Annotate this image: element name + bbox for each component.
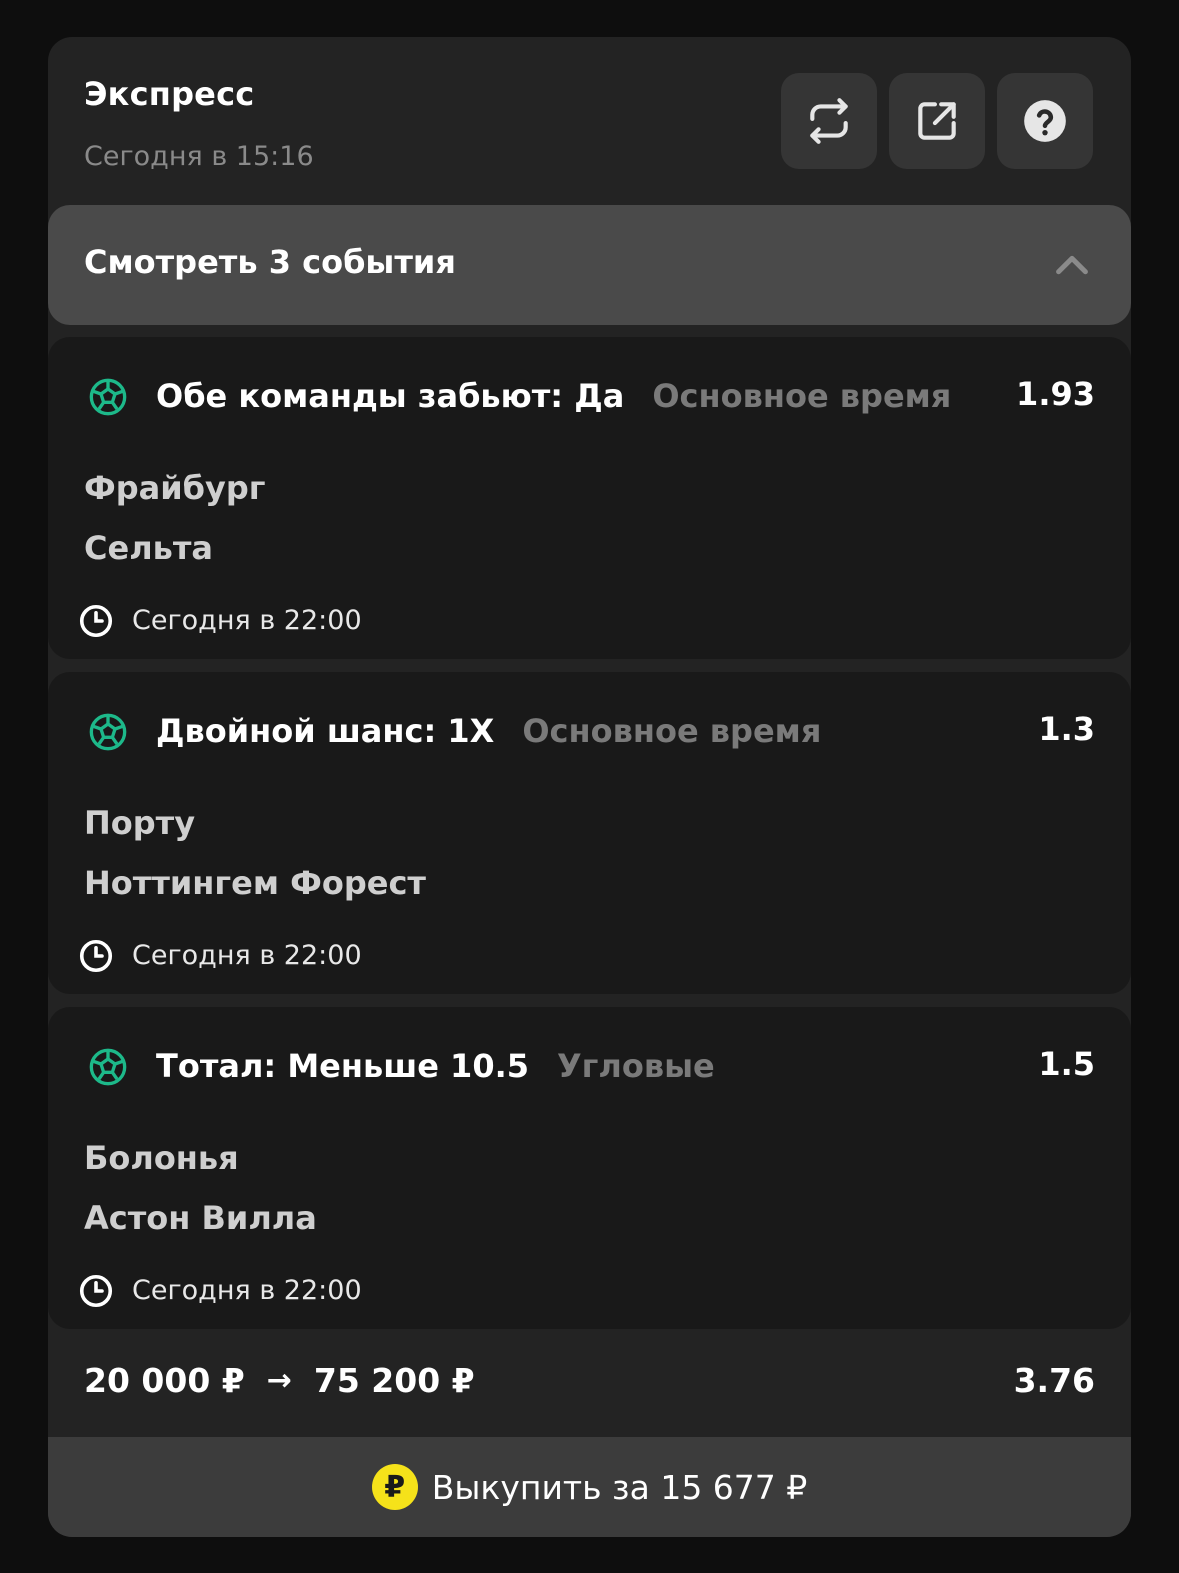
clock-icon bbox=[79, 604, 113, 638]
event-odds: 1.3 bbox=[1038, 710, 1095, 748]
event-period: Угловые bbox=[557, 1047, 715, 1085]
show-events-toggle[interactable]: Смотреть 3 события bbox=[48, 205, 1131, 325]
repeat-icon bbox=[810, 98, 848, 144]
chevron-up-icon bbox=[1056, 255, 1088, 275]
event-header: Двойной шанс: 1X Основное время bbox=[156, 712, 821, 750]
event-period: Основное время bbox=[652, 377, 952, 415]
stake-amount: 20 000 ₽ bbox=[84, 1361, 245, 1400]
event-card[interactable]: Двойной шанс: 1X Основное время 1.3 Порт… bbox=[48, 672, 1131, 994]
event-header: Тотал: Меньше 10.5 Угловые bbox=[156, 1047, 715, 1085]
soccer-ball-icon bbox=[89, 378, 127, 416]
bet-summary: 20 000 ₽ → 75 200 ₽ bbox=[84, 1361, 475, 1400]
bet-header: Экспресс Сегодня в 15:16 bbox=[48, 37, 1131, 205]
share-bet-button[interactable] bbox=[889, 73, 985, 169]
total-odds: 3.76 bbox=[1013, 1361, 1095, 1400]
event-start-time: Сегодня в 22:00 bbox=[132, 605, 362, 636]
event-card[interactable]: Тотал: Меньше 10.5 Угловые 1.5 Болонья А… bbox=[48, 1007, 1131, 1329]
clock-icon bbox=[79, 939, 113, 973]
show-events-label: Смотреть 3 события bbox=[84, 243, 456, 281]
event-team-away: Сельта bbox=[84, 529, 213, 567]
event-header: Обе команды забьют: Да Основное время bbox=[156, 377, 951, 415]
share-icon bbox=[918, 102, 956, 140]
event-market: Двойной шанс: 1X bbox=[156, 712, 495, 750]
event-team-away: Ноттингем Форест bbox=[84, 864, 426, 902]
event-period: Основное время bbox=[522, 712, 822, 750]
soccer-ball-icon bbox=[89, 1048, 127, 1086]
payout-amount: 75 200 ₽ bbox=[313, 1361, 475, 1400]
event-odds: 1.5 bbox=[1038, 1045, 1095, 1083]
cashout-button[interactable]: ₽ Выкупить за 15 677 ₽ bbox=[48, 1437, 1131, 1537]
help-icon bbox=[1024, 100, 1066, 142]
bet-placed-time: Сегодня в 15:16 bbox=[84, 141, 314, 172]
soccer-ball-icon bbox=[89, 713, 127, 751]
event-team-away: Астон Вилла bbox=[84, 1199, 317, 1237]
bet-type-title: Экспресс bbox=[84, 75, 255, 113]
clock-icon bbox=[79, 1274, 113, 1308]
event-odds: 1.93 bbox=[1016, 375, 1095, 413]
help-button[interactable] bbox=[997, 73, 1093, 169]
bet-card: Экспресс Сегодня в 15:16 Смотреть 3 собы… bbox=[48, 37, 1131, 1537]
event-card[interactable]: Обе команды забьют: Да Основное время 1.… bbox=[48, 337, 1131, 659]
repeat-bet-button[interactable] bbox=[781, 73, 877, 169]
event-start-time: Сегодня в 22:00 bbox=[132, 1275, 362, 1306]
event-start-time: Сегодня в 22:00 bbox=[132, 940, 362, 971]
event-market: Обе команды забьют: Да bbox=[156, 377, 625, 415]
ruble-coin-icon: ₽ bbox=[371, 1464, 418, 1510]
event-team-home: Болонья bbox=[84, 1139, 239, 1177]
arrow-right-icon: → bbox=[266, 1363, 292, 1398]
event-team-home: Фрайбург bbox=[84, 469, 266, 507]
event-team-home: Порту bbox=[84, 804, 196, 842]
event-market: Тотал: Меньше 10.5 bbox=[156, 1047, 529, 1085]
cashout-label: Выкупить за 15 677 ₽ bbox=[431, 1467, 808, 1507]
